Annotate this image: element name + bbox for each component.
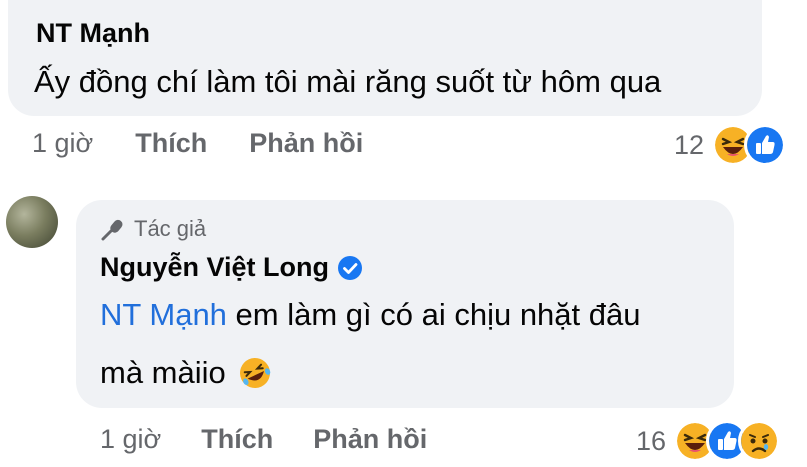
reaction-count: 16 — [636, 425, 667, 456]
avatar[interactable] — [6, 196, 58, 248]
comment-timestamp[interactable]: 1 giờ — [100, 424, 161, 455]
reaction-count: 12 — [674, 129, 705, 160]
comment-author[interactable]: Nguyễn Việt Long — [100, 252, 329, 283]
comment-author-row: Nguyễn Việt Long — [100, 252, 363, 283]
like-button[interactable]: Thích — [201, 424, 273, 455]
rolling-on-floor-laughing-icon — [239, 358, 271, 388]
comment-author[interactable]: NT Mạnh — [36, 18, 150, 49]
microphone-icon — [101, 219, 123, 241]
comment-text: mà màiio — [100, 355, 226, 390]
comment-text-line-2: mà màiio — [100, 349, 272, 397]
comment-text: em làm gì có ai chịu nhặt đâu — [226, 297, 641, 332]
reaction-summary[interactable]: 12 — [674, 124, 787, 166]
like-button[interactable]: Thích — [135, 128, 207, 159]
mention-link[interactable]: NT Mạnh — [100, 297, 227, 332]
comment-actions: 1 giờ Thích Phản hồi — [32, 128, 363, 159]
author-badge: Tác giả — [100, 216, 206, 242]
reaction-summary[interactable]: 16 — [636, 420, 781, 462]
like-icon — [744, 124, 787, 166]
author-badge-label: Tác giả — [134, 216, 207, 241]
sad-icon — [738, 420, 781, 462]
verified-check-icon — [338, 255, 363, 280]
comment-text-line-1: NT Mạnh em làm gì có ai chịu nhặt đâu — [100, 291, 641, 339]
reply-button[interactable]: Phản hồi — [313, 424, 427, 455]
reply-button[interactable]: Phản hồi — [249, 128, 363, 159]
comment-actions: 1 giờ Thích Phản hồi — [100, 424, 427, 455]
comment-timestamp[interactable]: 1 giờ — [32, 128, 93, 159]
comment-text: Ấy đồng chí làm tôi mài răng suốt từ hôm… — [34, 64, 662, 99]
